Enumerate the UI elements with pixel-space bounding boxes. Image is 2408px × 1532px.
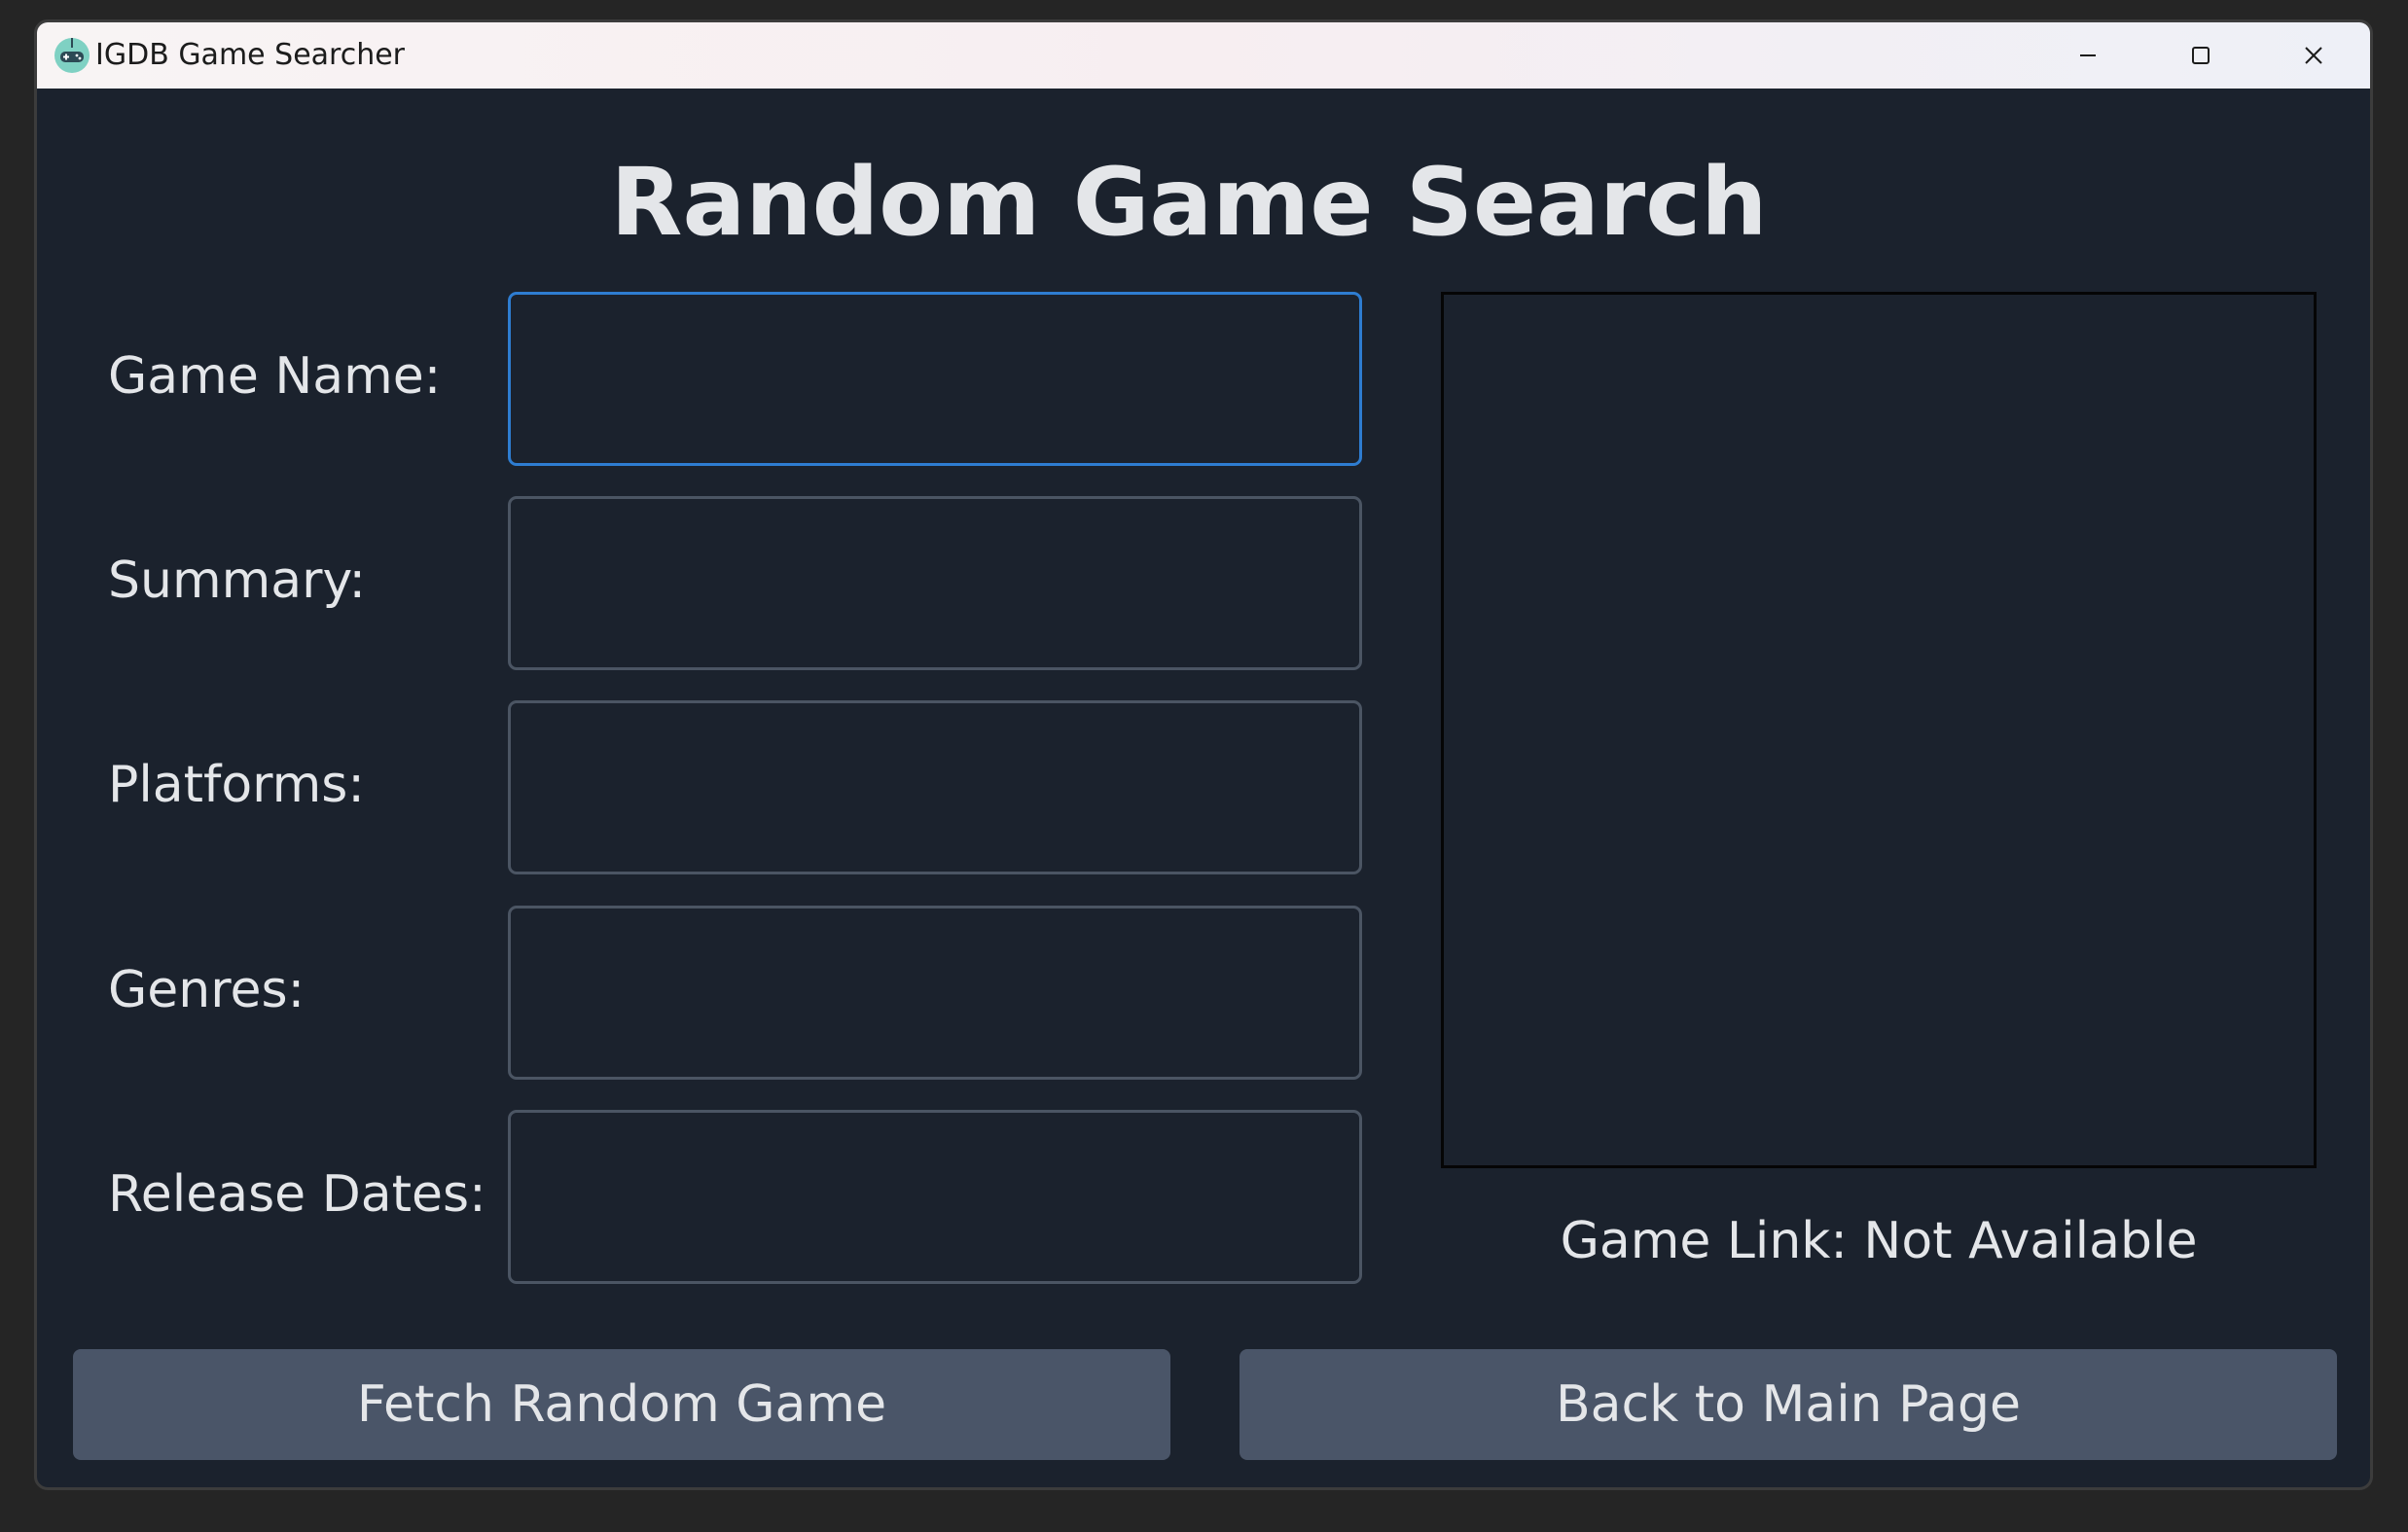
maximize-button[interactable] — [2144, 22, 2257, 89]
maximize-icon — [2192, 47, 2210, 64]
game-link-label[interactable]: Game Link: Not Available — [1441, 1207, 2317, 1275]
app-window: IGDB Game Searcher Random Game Search Ga… — [34, 19, 2373, 1490]
platforms-field[interactable] — [508, 700, 1362, 874]
summary-field[interactable] — [508, 496, 1362, 670]
close-button[interactable] — [2257, 22, 2370, 89]
window-title: IGDB Game Searcher — [95, 38, 406, 72]
summary-label: Summary: — [108, 552, 367, 610]
release-dates-field[interactable] — [508, 1110, 1362, 1284]
minimize-icon — [2080, 54, 2096, 56]
genres-field[interactable] — [508, 906, 1362, 1080]
game-name-field[interactable] — [508, 292, 1362, 466]
genres-label: Genres: — [108, 961, 305, 1019]
platforms-label: Platforms: — [108, 756, 365, 814]
back-to-main-page-button[interactable]: Back to Main Page — [1240, 1349, 2337, 1460]
close-icon — [2305, 47, 2322, 64]
release-dates-label: Release Dates: — [108, 1165, 486, 1224]
gamepad-icon — [54, 38, 90, 73]
fetch-random-game-button[interactable]: Fetch Random Game — [73, 1349, 1170, 1460]
game-name-label: Game Name: — [108, 347, 442, 406]
page-title: Random Game Search — [610, 148, 1768, 257]
minimize-button[interactable] — [2031, 22, 2144, 89]
game-cover-panel — [1441, 292, 2317, 1168]
title-bar[interactable]: IGDB Game Searcher — [37, 22, 2370, 89]
